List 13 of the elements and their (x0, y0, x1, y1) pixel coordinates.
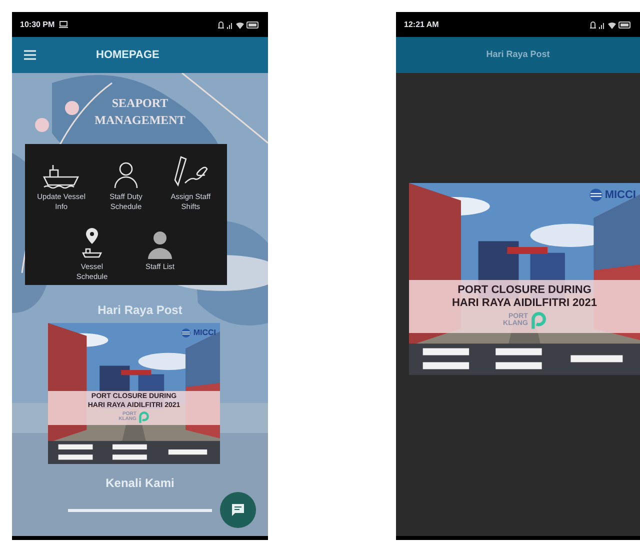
logo-icon (530, 311, 546, 329)
screen-title: HOMEPAGE (96, 48, 160, 63)
screen-icon (58, 21, 68, 28)
status-time: 10:30 PM (20, 18, 55, 30)
brand-logo-text: MICCI (604, 188, 636, 203)
screen-title: Hari Raya Post (486, 48, 550, 62)
status-time: 12:21 AM (404, 18, 439, 30)
status-icons (588, 20, 632, 30)
poster-headline: HARI RAYA AIDILFITRI 2021 (452, 297, 598, 311)
globe-icon (588, 188, 603, 202)
status-icons (216, 20, 260, 30)
menu-icon[interactable] (24, 50, 36, 60)
poster-headline: PORT CLOSURE DURING (458, 284, 592, 298)
